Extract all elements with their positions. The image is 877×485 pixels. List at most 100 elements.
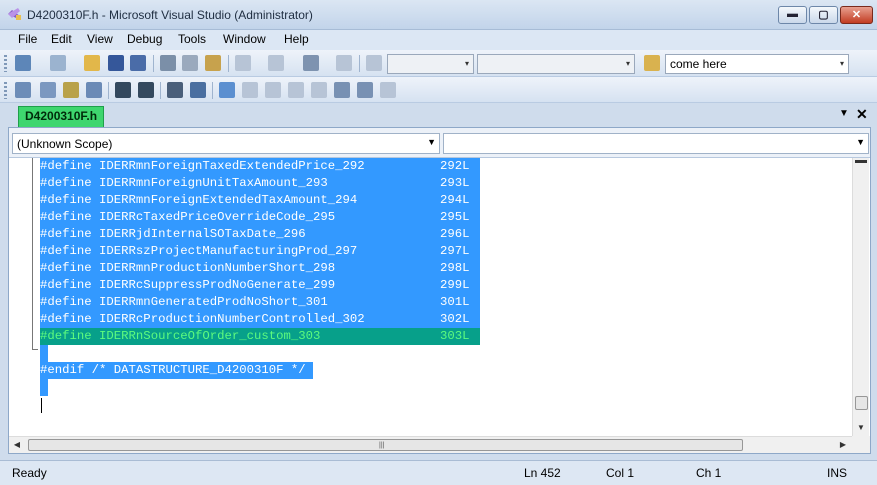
menu-edit[interactable]: Edit (49, 32, 74, 46)
undo-icon[interactable] (235, 55, 251, 71)
navigate-backward-icon[interactable] (303, 55, 319, 71)
menu-debug[interactable]: Debug (125, 32, 164, 46)
solution-platforms-combo[interactable]: ▾ (477, 54, 635, 74)
quick-info-icon[interactable] (63, 82, 79, 98)
toolbar-separator (108, 82, 109, 99)
next-bookmark-in-folder-icon[interactable] (311, 82, 327, 98)
text-caret (41, 398, 42, 413)
chevron-down-icon: ▼ (856, 137, 865, 147)
toolbar-grip[interactable] (4, 82, 7, 99)
menu-view[interactable]: View (85, 32, 115, 46)
scroll-left-icon[interactable]: ◀ (9, 437, 25, 453)
chevron-down-icon: ▾ (625, 59, 630, 68)
redo-icon[interactable] (268, 55, 284, 71)
document-tab-strip: D4200310F.h ▼ ✕ (0, 103, 877, 127)
toolbar-separator (212, 82, 213, 99)
previous-bookmark-icon[interactable] (242, 82, 258, 98)
outlining-end (32, 349, 38, 350)
code-line[interactable]: #define IDERRcTaxedPriceOverrideCode_295… (40, 209, 480, 226)
status-char: Ch 1 (696, 466, 722, 480)
text-editor-toolbar (0, 77, 877, 103)
menu-tools[interactable]: Tools (176, 32, 208, 46)
code-line-endif[interactable]: #endif /* DATASTRUCTURE_D4200310F */ (40, 362, 314, 379)
minimize-button[interactable]: ▬ (778, 6, 807, 24)
code-line[interactable]: #define IDERRmnForeignUnitTaxAmount_293 2… (40, 175, 480, 192)
new-project-icon[interactable] (15, 55, 31, 71)
menu-bar: File Edit View Debug Tools Window Help (0, 30, 877, 50)
status-column: Col 1 (606, 466, 635, 480)
selected-empty-line[interactable] (40, 379, 48, 396)
comment-lines-icon[interactable] (167, 82, 183, 98)
code-line[interactable]: #define IDERRmnProductionNumberShort_298… (40, 260, 480, 277)
horizontal-scroll-thumb[interactable]: ||| (28, 439, 743, 451)
close-window-button[interactable]: ✕ (840, 6, 873, 24)
scroll-down-icon[interactable]: ▼ (853, 420, 869, 436)
selected-empty-line[interactable] (40, 345, 48, 362)
add-item-icon[interactable] (50, 55, 66, 71)
menu-help[interactable]: Help (282, 32, 311, 46)
toolbar-separator (153, 55, 154, 72)
previous-bookmark-in-document-icon[interactable] (334, 82, 350, 98)
scope-dropdown[interactable]: (Unknown Scope) ▼ (12, 133, 440, 154)
code-line[interactable]: #define IDERRmnForeignTaxedExtendedPrice… (40, 158, 480, 175)
scroll-right-icon[interactable]: ▶ (835, 437, 851, 453)
close-icon: ✕ (851, 9, 862, 21)
toolbar-separator (160, 82, 161, 99)
copy-icon[interactable] (182, 55, 198, 71)
next-bookmark-icon[interactable] (265, 82, 281, 98)
navigation-bar: (Unknown Scope) ▼ ▼ (9, 128, 870, 158)
toolbar-grip[interactable] (4, 55, 7, 72)
parameter-info-icon[interactable] (40, 82, 56, 98)
find-combo[interactable]: come here ▾ (665, 54, 849, 74)
previous-bookmark-in-folder-icon[interactable] (288, 82, 304, 98)
scope-value: (Unknown Scope) (17, 137, 113, 151)
chevron-down-icon: ▼ (427, 137, 436, 147)
code-line[interactable]: #define IDERRmnGeneratedProdNoShort_301 3… (40, 294, 480, 311)
save-all-icon[interactable] (130, 55, 146, 71)
decrease-indent-icon[interactable] (115, 82, 131, 98)
outlining-margin (32, 158, 33, 350)
save-icon[interactable] (108, 55, 124, 71)
horizontal-scrollbar[interactable]: ◀ ||| ▶ (9, 436, 852, 453)
object-browser-icon[interactable] (15, 82, 31, 98)
clear-bookmarks-icon[interactable] (380, 82, 396, 98)
code-line[interactable]: #define IDERRcProductionNumberControlled… (40, 311, 480, 328)
scrollbar-corner (852, 436, 870, 453)
status-bar: Ready Ln 452 Col 1 Ch 1 INS (0, 460, 877, 485)
window-title: D4200310F.h - Microsoft Visual Studio (A… (27, 8, 313, 22)
chevron-down-icon: ▾ (839, 59, 844, 68)
start-debugging-icon[interactable] (366, 55, 382, 71)
members-dropdown[interactable]: ▼ (443, 133, 869, 154)
paste-icon[interactable] (205, 55, 221, 71)
code-line[interactable]: #define IDERRjdInternalSOTaxDate_296 296L (40, 226, 480, 243)
navigate-forward-icon[interactable] (336, 55, 352, 71)
toolbar-separator (359, 55, 360, 72)
close-document-icon[interactable]: ✕ (856, 106, 868, 123)
toggle-bookmark-icon[interactable] (219, 82, 235, 98)
code-line[interactable]: #define IDERRmnForeignExtendedTaxAmount_… (40, 192, 480, 209)
menu-file[interactable]: File (16, 32, 39, 46)
status-insert-mode: INS (827, 466, 848, 480)
find-in-files-icon[interactable] (644, 55, 660, 71)
complete-word-icon[interactable] (86, 82, 102, 98)
cut-icon[interactable] (160, 55, 176, 71)
vertical-scroll-thumb[interactable] (855, 396, 868, 410)
menu-window[interactable]: Window (221, 32, 268, 46)
increase-indent-icon[interactable] (138, 82, 154, 98)
current-code-line[interactable]: #define IDERRnSourceOfOrder_custom_303 30… (40, 328, 480, 345)
vertical-scrollbar[interactable]: ▼ (852, 158, 869, 436)
code-editor: (Unknown Scope) ▼ ▼ #define IDERRmnForei… (8, 127, 871, 454)
code-line[interactable]: #define IDERRcSuppressProdNoGenerate_299… (40, 277, 480, 294)
uncomment-lines-icon[interactable] (190, 82, 206, 98)
standard-toolbar: ▾ ▾ come here ▾ (0, 50, 877, 77)
solution-configurations-combo[interactable]: ▾ (387, 54, 474, 74)
code-line[interactable]: #define IDERRszProjectManufacturingProd_… (40, 243, 480, 260)
visual-studio-icon (8, 8, 21, 20)
active-files-dropdown-icon[interactable]: ▼ (839, 108, 849, 119)
maximize-button[interactable]: ▢ (809, 6, 838, 24)
scroll-up-icon[interactable] (853, 158, 869, 174)
open-file-icon[interactable] (84, 55, 100, 71)
tab-d4200310f-h[interactable]: D4200310F.h (18, 106, 105, 127)
next-bookmark-in-document-icon[interactable] (357, 82, 373, 98)
minimize-icon: ▬ (787, 8, 798, 20)
